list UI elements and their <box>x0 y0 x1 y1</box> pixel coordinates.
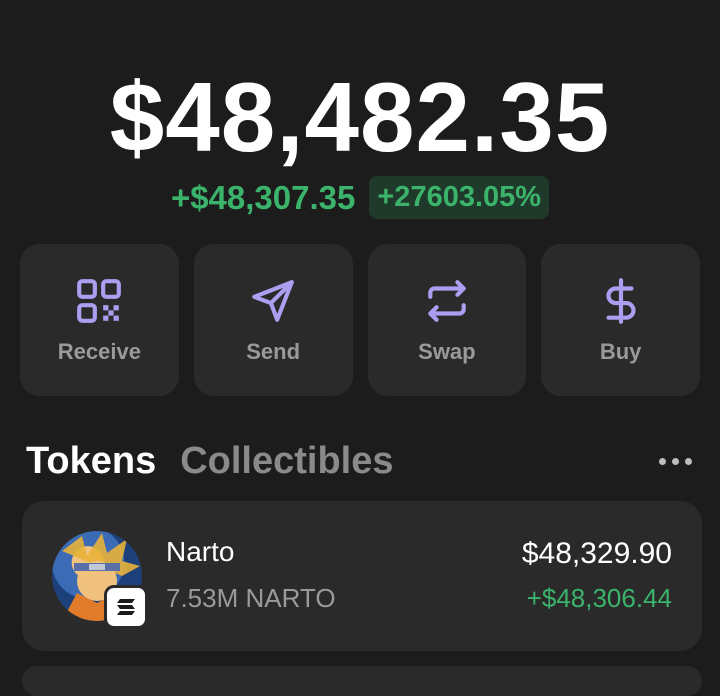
more-dot <box>685 457 692 465</box>
token-name: Narto <box>166 536 235 567</box>
balance-change-amount: +$48,307.35 <box>170 178 356 216</box>
token-row-partial[interactable] <box>22 666 702 696</box>
swap-icon <box>421 275 473 327</box>
send-icon <box>247 275 299 327</box>
total-balance: $48,482.35 <box>109 62 611 172</box>
send-label: Send <box>246 339 301 364</box>
solana-chain-icon <box>104 585 148 629</box>
action-buttons: Receive Send Swap Buy <box>20 244 700 396</box>
more-dot <box>659 457 666 465</box>
balance-change-percent-badge: +27603.05% <box>369 176 550 219</box>
dollar-icon <box>595 275 647 327</box>
receive-label: Receive <box>57 339 141 364</box>
token-value: $48,329.90 <box>521 537 672 570</box>
token-change: +$48,306.44 <box>526 583 672 613</box>
buy-button[interactable]: Buy <box>541 244 700 396</box>
token-amount: 7.53M NARTO <box>166 583 336 613</box>
asset-tabs: Tokens Collectibles <box>26 438 700 484</box>
more-options-icon[interactable] <box>651 450 700 473</box>
more-dot <box>672 457 679 465</box>
qr-code-icon <box>73 275 125 327</box>
send-button[interactable]: Send <box>193 244 353 396</box>
receive-button[interactable]: Receive <box>20 244 179 396</box>
balance-change-row: +$48,307.35 +27603.05% <box>0 176 720 219</box>
buy-label: Buy <box>599 339 642 364</box>
tab-tokens[interactable]: Tokens <box>26 440 156 483</box>
swap-button[interactable]: Swap <box>367 244 527 396</box>
tab-collectibles[interactable]: Collectibles <box>180 440 393 483</box>
swap-label: Swap <box>418 339 476 364</box>
